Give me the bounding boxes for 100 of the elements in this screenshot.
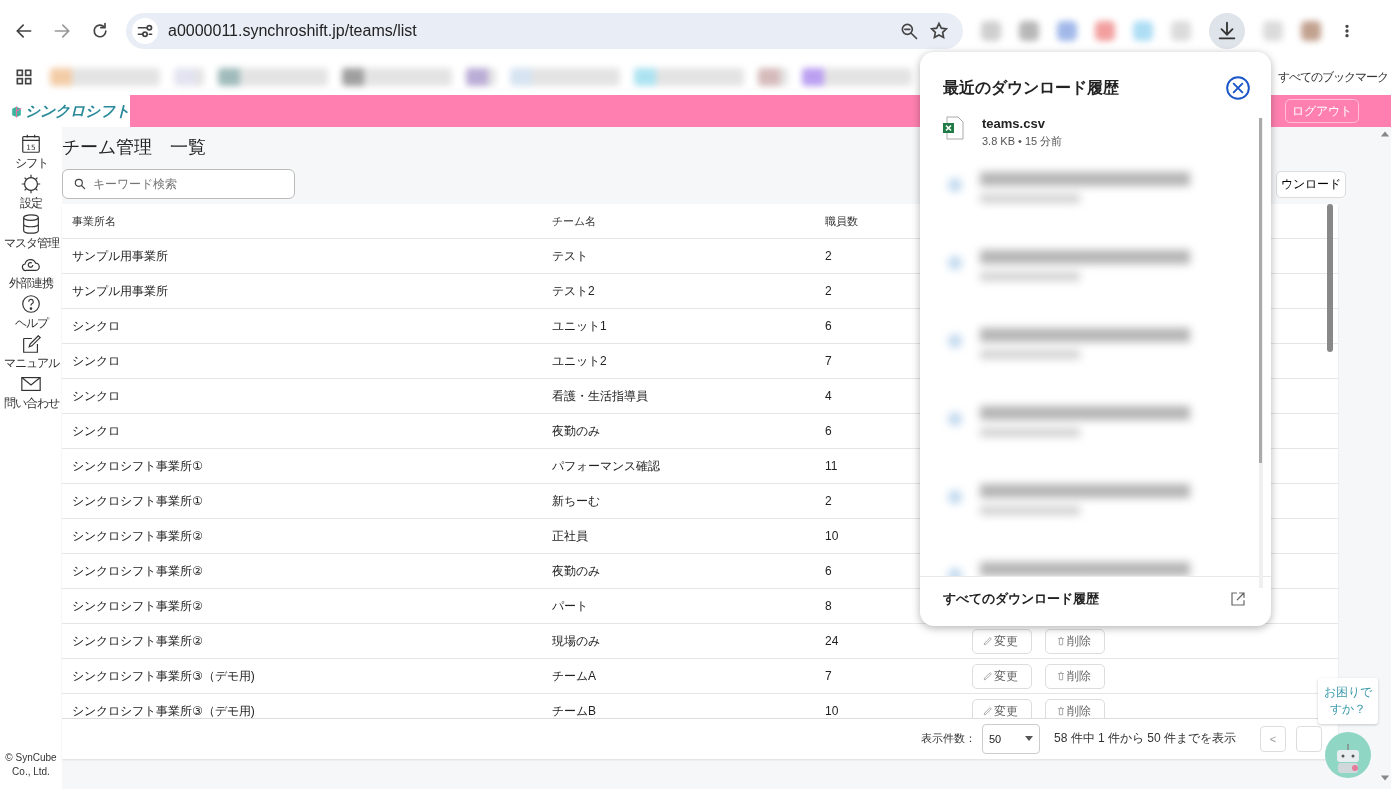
all-downloads-link[interactable]: すべてのダウンロード履歴 <box>943 589 1099 608</box>
blurred-extension-icon[interactable] <box>1133 21 1153 41</box>
sidebar-item[interactable]: ヘルプ <box>14 315 48 332</box>
table-cell: サンプル用事業所 <box>72 247 168 265</box>
blurred-bookmark[interactable] <box>802 68 912 86</box>
table-cell: パフォーマンス確認 <box>552 457 660 475</box>
edit-icon[interactable] <box>20 333 42 355</box>
caret-icon <box>1024 736 1033 741</box>
blurred-bookmark[interactable] <box>758 68 788 86</box>
blurred-bookmark[interactable] <box>342 68 452 86</box>
pencil-icon <box>983 706 993 716</box>
gear-icon[interactable] <box>20 173 42 195</box>
blurred-extension-icon[interactable] <box>981 21 1001 41</box>
all-bookmarks-link[interactable]: すべてのブックマーク <box>1278 68 1388 86</box>
search-icon <box>73 177 87 191</box>
bookmark-star-icon[interactable] <box>929 21 949 41</box>
per-page-select[interactable]: 50 <box>981 723 1040 754</box>
table-cell: シンクロシフト事業所① <box>72 492 203 510</box>
blurred-bookmark[interactable] <box>174 68 204 86</box>
app-logo[interactable]: シンクロシフト <box>25 101 130 121</box>
reload-icon[interactable] <box>90 21 110 41</box>
table-cell: テスト2 <box>552 282 595 300</box>
table-cell: 7 <box>825 669 832 683</box>
column-header: 職員数 <box>825 213 858 229</box>
table-cell: シンクロシフト事業所① <box>72 457 203 475</box>
blurred-bookmark[interactable] <box>218 68 328 86</box>
blurred-extension-icon[interactable] <box>1019 21 1039 41</box>
table-cell: 2 <box>825 249 832 263</box>
blurred-bookmark[interactable] <box>466 68 496 86</box>
blurred-bookmark[interactable] <box>50 68 160 86</box>
table-cell: 夜勤のみ <box>552 562 600 580</box>
table-cell: 10 <box>825 704 839 718</box>
sidebar-item[interactable]: 外部連携 <box>9 275 53 292</box>
pencil-icon <box>983 636 993 646</box>
download-button[interactable] <box>1209 13 1245 49</box>
sidebar-item[interactable]: 問い合わせ <box>3 395 59 412</box>
blurred-extension-icon[interactable] <box>1301 21 1321 41</box>
scroll-down-icon[interactable] <box>1379 773 1390 783</box>
blurred-extension-icon[interactable] <box>1263 21 1283 41</box>
table-cell: 看護・生活指導員 <box>552 387 648 405</box>
delete-button[interactable]: 削除 <box>1045 663 1105 689</box>
address-bar[interactable]: a0000011.synchroshift.jp/teams/list <box>126 13 963 49</box>
table-cell: チームA <box>552 667 596 685</box>
calendar-icon[interactable]: 15 <box>20 133 42 155</box>
blurred-extension-icon[interactable] <box>1171 21 1191 41</box>
trash-icon <box>1056 636 1066 646</box>
url-text: a0000011.synchroshift.jp/teams/list <box>168 22 417 40</box>
help-icon[interactable] <box>20 293 42 315</box>
sidebar-item[interactable]: マスタ管理 <box>3 235 59 252</box>
table-cell: 10 <box>825 529 839 543</box>
pencil-icon <box>983 671 993 681</box>
range-text: 58 件中 1 件から 50 件までを表示 <box>1053 730 1236 747</box>
robot-avatar-icon[interactable] <box>1325 731 1371 778</box>
table-cell: テスト <box>552 247 588 265</box>
delete-button[interactable]: 削除 <box>1045 698 1105 718</box>
edit-button[interactable]: 変更 <box>972 698 1032 718</box>
table-cell: 現場のみ <box>552 632 600 650</box>
table-cell: 夜勤のみ <box>552 422 600 440</box>
download-icon[interactable] <box>1216 20 1238 42</box>
scrollbar-thumb[interactable] <box>1327 204 1333 352</box>
sidebar-item[interactable]: 設定 <box>20 195 42 212</box>
table-cell: チームB <box>552 702 596 718</box>
table-cell: 新ちーむ <box>552 492 600 510</box>
blurred-extension-icon[interactable] <box>1057 21 1077 41</box>
file-name[interactable]: teams.csv <box>982 116 1063 131</box>
table-cell: シンクロシフト事業所② <box>72 562 203 580</box>
sidebar-item[interactable]: シフト <box>14 155 48 172</box>
table-cell: 11 <box>825 459 838 473</box>
blurred-extension-icon[interactable] <box>1095 21 1115 41</box>
table-cell: シンクロ <box>72 387 120 405</box>
table-cell: 7 <box>825 354 832 368</box>
scrollbar-thumb[interactable] <box>1259 118 1262 463</box>
panel-title: 最近のダウンロード履歴 <box>943 77 1119 98</box>
table-cell: シンクロシフト事業所② <box>72 632 203 650</box>
sidebar-item[interactable]: マニュアル <box>3 355 59 372</box>
table-cell: シンクロシフト事業所② <box>72 527 203 545</box>
trash-icon <box>1056 671 1066 681</box>
database-icon[interactable] <box>20 213 42 235</box>
site-settings-icon[interactable] <box>132 18 158 44</box>
zoom-icon[interactable] <box>899 21 919 41</box>
blurred-bookmark[interactable] <box>634 68 744 86</box>
edit-button[interactable]: 変更 <box>972 628 1032 654</box>
edit-button[interactable]: 変更 <box>972 663 1032 689</box>
table-cell: シンクロ <box>72 422 120 440</box>
table-cell: シンクロシフト事業所③（デモ用) <box>72 667 255 685</box>
close-icon[interactable] <box>1225 75 1251 101</box>
table-cell: 24 <box>825 634 839 648</box>
back-icon[interactable] <box>14 21 34 41</box>
scroll-up-icon[interactable] <box>1379 129 1390 139</box>
delete-button[interactable]: 削除 <box>1045 628 1105 654</box>
next-page-button[interactable] <box>1296 725 1322 752</box>
apps-icon[interactable] <box>14 67 34 87</box>
help-bubble[interactable]: お困りですか？ <box>1318 678 1378 724</box>
search-field[interactable]: キーワード検索 <box>62 169 295 199</box>
open-external-icon[interactable] <box>1229 589 1247 608</box>
table-cell: 6 <box>825 424 832 438</box>
table-cell: シンクロシフト事業所③（デモ用) <box>72 702 255 718</box>
blurred-bookmark[interactable] <box>510 68 620 86</box>
download-button[interactable]: ウンロード <box>1276 170 1346 198</box>
forward-icon[interactable] <box>52 21 72 41</box>
